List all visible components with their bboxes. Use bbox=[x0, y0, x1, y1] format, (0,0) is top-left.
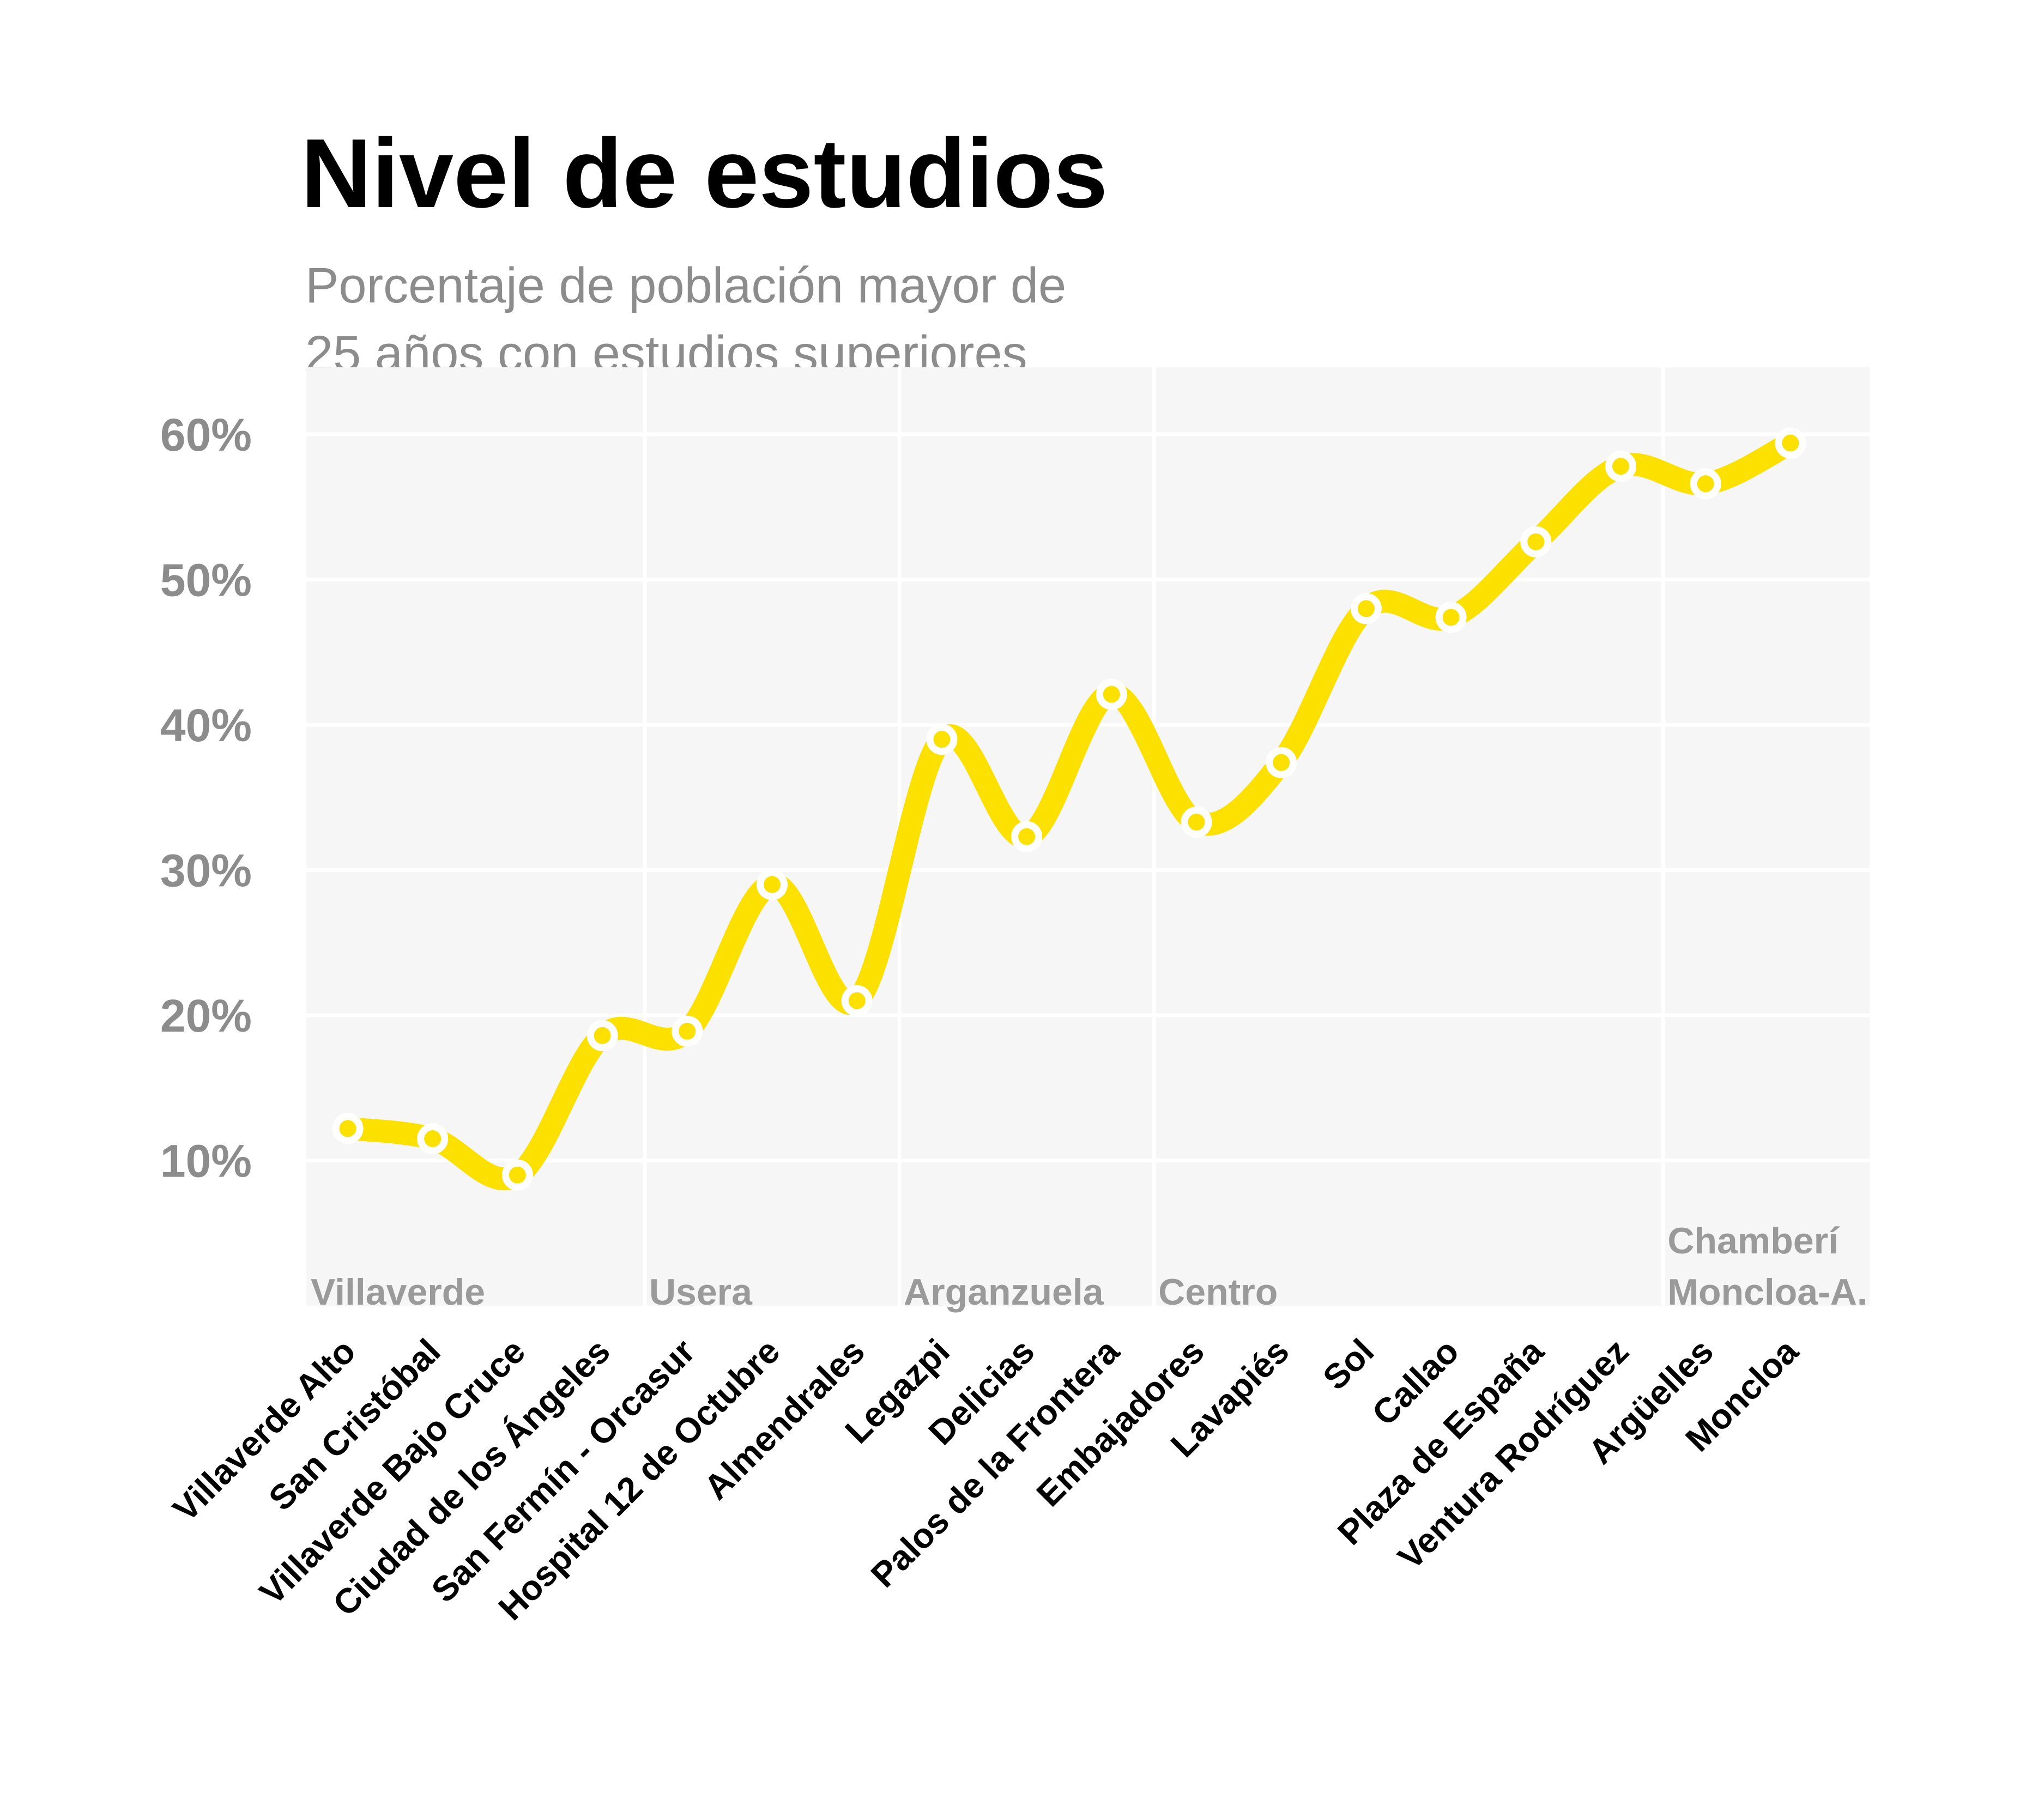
y-tick-label: 30% bbox=[160, 845, 252, 896]
data-point-7 bbox=[841, 985, 873, 1016]
data-point-12 bbox=[1266, 747, 1297, 778]
data-point-11 bbox=[1181, 807, 1212, 838]
data-point-4 bbox=[586, 1020, 618, 1051]
data-point-14 bbox=[1435, 602, 1467, 633]
y-tick-label: 60% bbox=[160, 409, 252, 460]
x-axis-ticks: Villaverde AltoSan CristóbalVillaverde B… bbox=[165, 1331, 1806, 1628]
data-point-9 bbox=[1011, 821, 1043, 852]
district-label: Usera bbox=[649, 1271, 753, 1313]
district-label: Moncloa-A. bbox=[1667, 1271, 1867, 1313]
district-label: Arganzuela bbox=[904, 1271, 1104, 1313]
data-point-13 bbox=[1350, 593, 1382, 625]
data-point-3 bbox=[501, 1159, 533, 1191]
data-point-16 bbox=[1605, 451, 1636, 482]
district-label: Villaverde bbox=[311, 1271, 485, 1313]
district-label: Chamberí bbox=[1667, 1220, 1840, 1262]
data-point-17 bbox=[1690, 468, 1721, 500]
y-tick-label: 20% bbox=[160, 990, 252, 1041]
chart-subtitle: Porcentaje de población mayor de 25 años… bbox=[305, 258, 1080, 381]
data-point-1 bbox=[332, 1113, 364, 1144]
data-point-15 bbox=[1520, 526, 1552, 557]
chart: Nivel de estudios Porcentaje de població… bbox=[160, 119, 1870, 1628]
y-tick-label: 10% bbox=[160, 1136, 252, 1187]
data-point-5 bbox=[672, 1015, 703, 1047]
y-axis-ticks: 60% 50% 40% 30% 20% 10% bbox=[160, 409, 252, 1187]
y-tick-label: 50% bbox=[160, 555, 252, 606]
data-point-2 bbox=[417, 1123, 449, 1155]
y-tick-label: 40% bbox=[160, 700, 252, 751]
data-point-8 bbox=[926, 724, 958, 755]
chart-title: Nivel de estudios bbox=[301, 119, 1108, 228]
data-point-6 bbox=[757, 869, 788, 900]
district-label: Centro bbox=[1158, 1271, 1278, 1313]
chart-subtitle-line-1: Porcentaje de población mayor de bbox=[305, 258, 1066, 313]
data-point-10 bbox=[1096, 678, 1127, 710]
data-point-18 bbox=[1775, 427, 1806, 459]
x-tick-label: Sol bbox=[1315, 1331, 1381, 1397]
